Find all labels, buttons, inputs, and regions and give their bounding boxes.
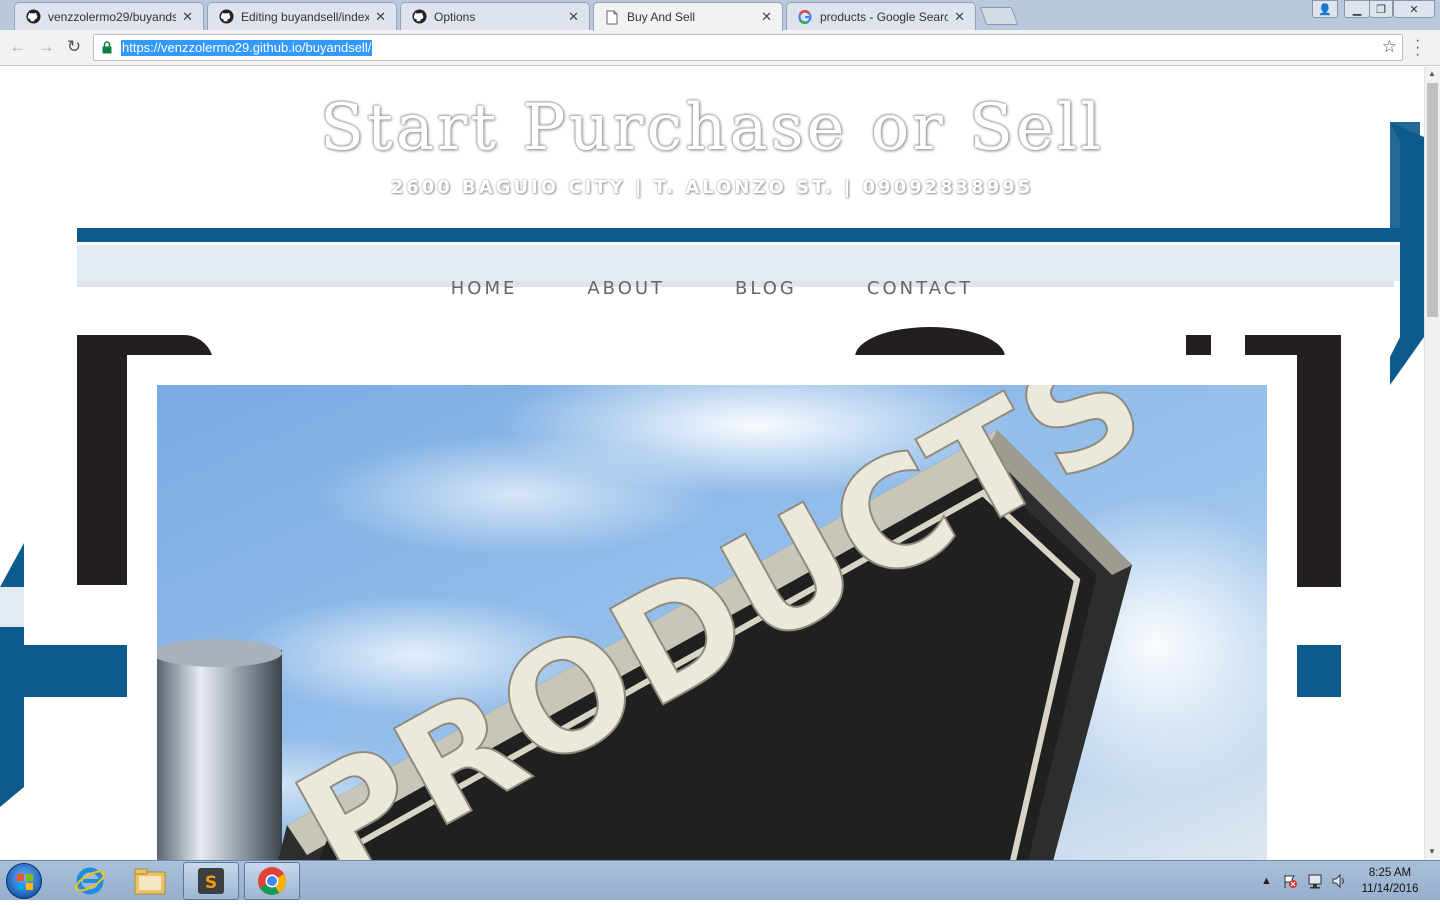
tab-buy-and-sell[interactable]: Buy And Sell ✕: [593, 2, 783, 31]
minimize-button[interactable]: ▁: [1344, 0, 1370, 18]
file-explorer-icon[interactable]: [122, 862, 178, 900]
vertical-scrollbar[interactable]: ▲ ▼: [1424, 67, 1440, 860]
close-icon[interactable]: ✕: [182, 9, 193, 25]
close-icon[interactable]: ✕: [761, 9, 772, 25]
tab-label: venzzolermo29/buyandsell: [48, 9, 177, 24]
tab-options[interactable]: Options ✕: [400, 2, 590, 30]
nav-about[interactable]: ABOUT: [587, 278, 665, 299]
nav-home[interactable]: HOME: [451, 278, 518, 299]
volume-icon[interactable]: [1331, 861, 1347, 901]
system-clock[interactable]: 8:25 AM 11/14/2016: [1355, 865, 1425, 897]
google-icon: [797, 9, 813, 25]
reload-icon[interactable]: ↻: [63, 36, 85, 58]
close-icon[interactable]: ✕: [375, 9, 386, 25]
nav-blog[interactable]: BLOG: [735, 278, 797, 299]
bookmark-star-icon[interactable]: ☆: [1382, 37, 1397, 57]
tab-label: Buy And Sell: [627, 10, 696, 24]
close-icon[interactable]: ✕: [954, 9, 965, 25]
site-address-phone: 2600 BAGUIO CITY | T. ALONZO ST. | 09092…: [390, 177, 1034, 198]
tab-label: Editing buyandsell/index.html: [241, 9, 370, 24]
tab-label: Options: [434, 9, 476, 24]
menu-dots-icon[interactable]: · · ·: [1415, 33, 1420, 63]
github-icon: [218, 9, 234, 25]
scroll-down-arrow-icon[interactable]: ▼: [1428, 847, 1436, 856]
browser-toolbar: ← → ↻ https://venzzolermo29.github.io/bu…: [0, 30, 1440, 66]
show-hidden-icons-icon[interactable]: ▲: [1261, 861, 1272, 901]
internet-explorer-icon[interactable]: [62, 862, 118, 900]
windows-taskbar: S ▲ 8:25 AM 11/14/2016: [0, 860, 1440, 900]
main-nav: HOME ABOUT BLOG CONTACT: [0, 278, 1424, 299]
windows-start-icon[interactable]: [6, 863, 42, 899]
address-bar[interactable]: https://venzzolermo29.github.io/buyandse…: [93, 34, 1403, 61]
forward-arrow-icon[interactable]: →: [35, 36, 57, 58]
tab-label: products - Google Search: [820, 9, 949, 24]
new-tab-button[interactable]: [979, 7, 1019, 25]
site-title: Start Purchase or Sell: [320, 91, 1104, 165]
github-icon: [411, 9, 427, 25]
page-icon: [604, 9, 620, 25]
url-text[interactable]: https://venzzolermo29.github.io/buyandse…: [121, 40, 373, 56]
tab-venzzolermo29[interactable]: venzzolermo29/buyandsell ✕: [14, 2, 204, 30]
clock-date: 11/14/2016: [1361, 883, 1419, 895]
tab-strip: venzzolermo29/buyandsell ✕ Editing buyan…: [0, 0, 1440, 31]
close-window-button[interactable]: ✕: [1393, 0, 1435, 18]
restore-button[interactable]: ❐: [1369, 0, 1393, 18]
github-icon: [25, 9, 41, 25]
back-arrow-icon[interactable]: ←: [7, 36, 29, 58]
user-profile-icon[interactable]: 👤: [1312, 0, 1338, 18]
tab-google-search[interactable]: products - Google Search ✕: [786, 2, 976, 30]
clock-time: 8:25 AM: [1368, 867, 1412, 879]
sublime-text-icon[interactable]: S: [183, 862, 239, 900]
lock-icon: [102, 41, 112, 54]
action-center-flag-icon[interactable]: [1282, 861, 1298, 901]
scroll-thumb[interactable]: [1427, 83, 1438, 317]
nav-contact[interactable]: CONTACT: [867, 278, 973, 299]
products-signpost-image: PRODUCTS: [157, 385, 1267, 860]
scroll-up-arrow-icon[interactable]: ▲: [1428, 69, 1436, 78]
tab-editing-index[interactable]: Editing buyandsell/index.html ✕: [207, 2, 397, 30]
svg-text:S: S: [205, 873, 217, 893]
close-icon[interactable]: ✕: [568, 9, 579, 25]
chrome-icon[interactable]: [244, 862, 300, 900]
network-icon[interactable]: [1306, 861, 1324, 901]
page-viewport: Start Purchase or Sell 2600 BAGUIO CITY …: [0, 67, 1424, 860]
